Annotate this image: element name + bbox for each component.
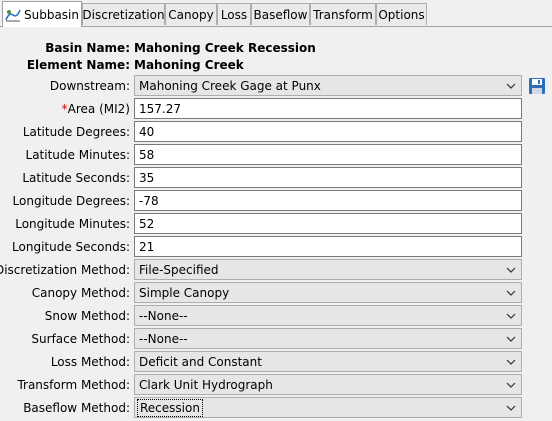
snow-method-label: Snow Method:: [44, 309, 130, 323]
tab-transform-label: Transform: [313, 7, 373, 22]
latitude-minutes-input[interactable]: 58: [134, 144, 522, 165]
area-input-value: 157.27: [139, 101, 181, 116]
element-name-label: Element Name:: [26, 58, 130, 72]
downstream-label: Downstream:: [49, 79, 130, 93]
tab-subbasin[interactable]: Subbasin: [2, 1, 82, 27]
transform-method-select[interactable]: Clark Unit Hydrograph: [134, 374, 522, 395]
surface-method-label: Surface Method:: [31, 332, 130, 346]
discretization-method-select[interactable]: File-Specified: [134, 259, 522, 280]
longitude-minutes-value: 52: [139, 216, 155, 231]
tab-options-label: Options: [378, 7, 425, 22]
baseflow-method-label: Baseflow Method:: [23, 401, 130, 415]
chevron-down-icon: [505, 375, 517, 394]
chevron-down-icon: [505, 283, 517, 302]
latitude-seconds-input[interactable]: 35: [134, 167, 522, 188]
downstream-select[interactable]: Mahoning Creek Gage at Punx: [134, 75, 522, 96]
baseflow-method-select[interactable]: Recession: [134, 397, 522, 418]
canopy-method-label: Canopy Method:: [31, 286, 130, 300]
snow-method-value: --None--: [139, 308, 188, 323]
canopy-method-select[interactable]: Simple Canopy: [134, 282, 522, 303]
tab-transform[interactable]: Transform: [310, 3, 376, 25]
latitude-degrees-label: Latitude Degrees:: [22, 125, 130, 139]
tab-subbasin-label: Subbasin: [23, 7, 79, 22]
tab-canopy[interactable]: Canopy: [165, 3, 217, 25]
longitude-degrees-value: -78: [139, 193, 159, 208]
tab-discretization[interactable]: Discretization: [82, 3, 165, 25]
latitude-minutes-label: Latitude Minutes:: [25, 148, 130, 162]
transform-method-value: Clark Unit Hydrograph: [139, 377, 273, 392]
chevron-down-icon: [505, 306, 517, 325]
loss-method-value: Deficit and Constant: [139, 354, 262, 369]
tab-strip: Subbasin Discretization Canopy Loss Base…: [0, 0, 552, 27]
latitude-seconds-label: Latitude Seconds:: [22, 171, 130, 185]
latitude-degrees-value: 40: [139, 124, 155, 139]
chevron-down-icon: [505, 352, 517, 371]
element-name-value: Mahoning Creek: [134, 58, 244, 72]
basin-name-label: Basin Name:: [45, 41, 130, 55]
longitude-degrees-input[interactable]: -78: [134, 190, 522, 211]
longitude-minutes-label: Longitude Minutes:: [15, 217, 130, 231]
transform-method-label: Transform Method:: [17, 378, 130, 392]
tab-baseflow-label: Baseflow: [253, 7, 308, 22]
latitude-minutes-value: 58: [139, 147, 155, 162]
loss-method-select[interactable]: Deficit and Constant: [134, 351, 522, 372]
longitude-seconds-value: 21: [139, 239, 155, 254]
tab-discretization-label: Discretization: [82, 7, 165, 22]
latitude-degrees-input[interactable]: 40: [134, 121, 522, 142]
chevron-down-icon: [505, 260, 517, 279]
loss-method-label: Loss Method:: [50, 355, 130, 369]
longitude-minutes-input[interactable]: 52: [134, 213, 522, 234]
tab-canopy-label: Canopy: [168, 7, 214, 22]
canopy-method-value: Simple Canopy: [139, 285, 230, 300]
chevron-down-icon: [505, 398, 517, 417]
tab-options[interactable]: Options: [376, 3, 427, 25]
save-disk-icon: [529, 78, 545, 94]
basin-name-value: Mahoning Creek Recession: [134, 41, 316, 55]
chevron-down-icon: [505, 76, 517, 95]
longitude-degrees-label: Longitude Degrees:: [12, 194, 130, 208]
area-label: *Area (MI2): [62, 102, 130, 116]
longitude-seconds-label: Longitude Seconds:: [12, 240, 130, 254]
longitude-seconds-input[interactable]: 21: [134, 236, 522, 257]
subbasin-icon: [5, 8, 21, 22]
latitude-seconds-value: 35: [139, 170, 155, 185]
snow-method-select[interactable]: --None--: [134, 305, 522, 326]
tab-baseflow[interactable]: Baseflow: [251, 3, 310, 25]
tab-loss[interactable]: Loss: [217, 3, 251, 25]
discretization-method-label: Discretization Method:: [0, 263, 130, 277]
baseflow-method-value: Recession: [137, 398, 203, 417]
downstream-value: Mahoning Creek Gage at Punx: [139, 78, 321, 93]
downstream-save-button[interactable]: [528, 77, 546, 95]
tab-loss-label: Loss: [220, 7, 248, 22]
chevron-down-icon: [505, 329, 517, 348]
surface-method-select[interactable]: --None--: [134, 328, 522, 349]
surface-method-value: --None--: [139, 331, 188, 346]
area-label-text: Area (MI2): [67, 102, 130, 116]
discretization-method-value: File-Specified: [139, 262, 219, 277]
area-input[interactable]: 157.27: [134, 98, 522, 119]
